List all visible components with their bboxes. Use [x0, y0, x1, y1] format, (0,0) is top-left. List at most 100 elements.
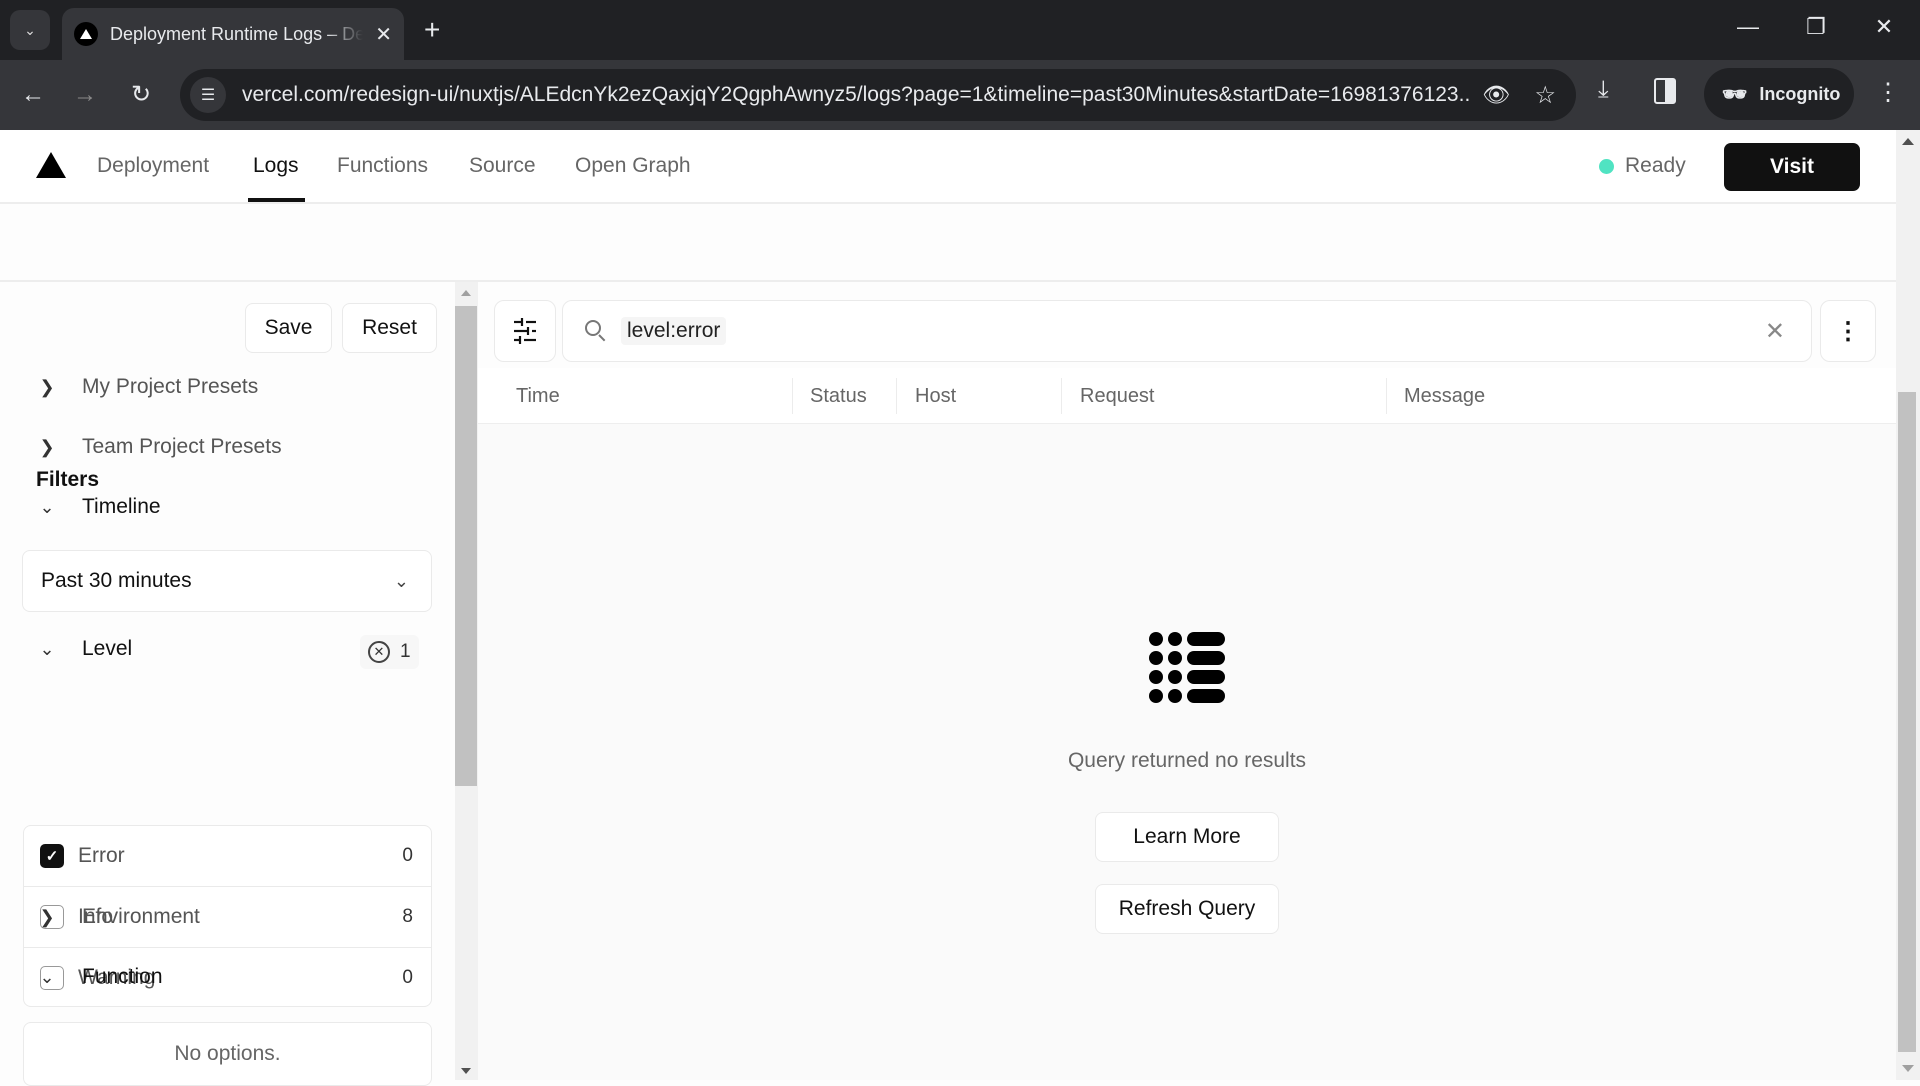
scroll-down-icon[interactable]	[1902, 1065, 1914, 1072]
logs-main: level:error ✕ ⋮ Time Status Host Request…	[478, 282, 1896, 1080]
clear-level-filter[interactable]: ✕ 1	[360, 635, 419, 669]
section-team-project-presets[interactable]: ❯ Team Project Presets	[36, 435, 282, 459]
column-request[interactable]: Request	[1080, 368, 1155, 424]
page-scrollbar[interactable]	[1896, 130, 1920, 1080]
page: Deployment Logs Functions Source Open Gr…	[0, 130, 1896, 1080]
address-bar[interactable]: ☰ vercel.com/redesign-ui/nuxtjs/ALEdcnYk…	[180, 69, 1576, 121]
browser-menu-icon[interactable]: ⋮	[1876, 78, 1900, 107]
close-tab-icon[interactable]: ✕	[375, 22, 392, 47]
scroll-down-icon[interactable]	[461, 1068, 471, 1074]
browser-toolbar: ← → ↻ ☰ vercel.com/redesign-ui/nuxtjs/AL…	[0, 60, 1920, 130]
column-divider	[896, 378, 897, 414]
vercel-favicon-icon	[74, 22, 98, 46]
bookmark-star-icon[interactable]: ☆	[1534, 81, 1556, 110]
incognito-badge[interactable]: 🕶 Incognito	[1704, 68, 1854, 120]
section-my-project-presets[interactable]: ❯ My Project Presets	[36, 375, 258, 399]
deployment-status: Ready	[1625, 154, 1686, 177]
active-tab-indicator	[248, 198, 305, 202]
sidebar-scrollbar[interactable]	[455, 282, 478, 1080]
column-divider	[1061, 378, 1062, 414]
tab-open-graph[interactable]: Open Graph	[575, 154, 691, 178]
chevron-down-icon: ⌄	[39, 966, 55, 987]
toggle-filters-button[interactable]	[494, 300, 556, 362]
reset-button[interactable]: Reset	[342, 303, 437, 353]
header-spacer	[0, 204, 1896, 282]
scroll-up-icon[interactable]	[1902, 138, 1914, 145]
tab-search-button[interactable]: ⌄	[10, 10, 50, 50]
section-level[interactable]: ⌄ Level	[36, 637, 132, 661]
scroll-up-icon[interactable]	[461, 290, 471, 296]
more-vertical-icon: ⋮	[1836, 317, 1860, 345]
tab-functions[interactable]: Functions	[337, 154, 428, 178]
column-status[interactable]: Status	[810, 368, 867, 424]
site-info-icon[interactable]: ☰	[190, 77, 226, 113]
visit-button[interactable]: Visit	[1724, 143, 1860, 191]
column-time[interactable]: Time	[516, 368, 560, 424]
function-empty-text: No options.	[174, 1042, 281, 1065]
sliders-icon	[514, 318, 536, 344]
status-dot-icon	[1599, 159, 1614, 174]
column-divider	[792, 378, 793, 414]
chevron-down-icon: ⌄	[24, 21, 36, 38]
list-icon	[1149, 632, 1225, 703]
chevron-right-icon: ❯	[39, 906, 55, 927]
download-icon[interactable]: ⤓	[1598, 76, 1609, 104]
level-count: 8	[402, 905, 413, 927]
incognito-icon: 🕶	[1722, 83, 1748, 106]
deployment-nav: Deployment Logs Functions Source Open Gr…	[0, 130, 1896, 204]
clear-search-icon[interactable]: ✕	[1765, 317, 1785, 346]
section-timeline[interactable]: ⌄ Timeline	[36, 495, 161, 519]
section-function[interactable]: ⌄ Function	[36, 965, 163, 989]
tab-deployment[interactable]: Deployment	[97, 154, 209, 178]
section-label: Timeline	[82, 495, 161, 518]
tab-logs[interactable]: Logs	[253, 154, 299, 178]
column-message[interactable]: Message	[1404, 368, 1485, 424]
clear-circle-icon: ✕	[368, 641, 390, 663]
browser-tab-strip: ⌄ Deployment Runtime Logs – Deployment ✕…	[0, 0, 1920, 60]
level-count: 0	[402, 966, 413, 988]
browser-tab-active[interactable]: Deployment Runtime Logs – Deployment ✕	[62, 8, 404, 60]
page-scroll-thumb[interactable]	[1898, 392, 1916, 1052]
empty-message: Query returned no results	[1067, 749, 1307, 772]
column-host[interactable]: Host	[915, 368, 956, 424]
vercel-logo-icon[interactable]	[36, 152, 66, 178]
level-option-error[interactable]: ✓ Error 0	[24, 826, 431, 886]
section-label: Environment	[82, 905, 200, 928]
level-label: Error	[78, 844, 125, 867]
section-label: Function	[82, 965, 163, 988]
function-options: No options.	[23, 1022, 432, 1086]
section-environment[interactable]: ❯ Environment	[36, 905, 200, 929]
learn-more-button[interactable]: Learn More	[1095, 812, 1279, 862]
filters-title: Filters	[36, 468, 100, 491]
back-icon[interactable]: ←	[14, 76, 52, 114]
log-search-input[interactable]: level:error ✕	[562, 300, 1812, 362]
close-window-icon[interactable]: ✕	[1864, 14, 1904, 40]
filters-sidebar: Filters Save Reset ❯ My Project Presets …	[0, 282, 455, 1080]
eye-off-icon[interactable]: 👁	[1482, 82, 1510, 108]
chevron-right-icon: ❯	[39, 376, 55, 397]
sidebar-scroll-thumb[interactable]	[455, 306, 477, 786]
level-count: 0	[402, 845, 413, 866]
chevron-down-icon: ⌄	[39, 638, 55, 659]
section-label: My Project Presets	[82, 375, 259, 398]
section-label: Level	[82, 637, 133, 660]
minimize-icon[interactable]: —	[1728, 14, 1768, 40]
tab-title: Deployment Runtime Logs – Deployment	[110, 23, 364, 44]
new-tab-button[interactable]: +	[424, 14, 440, 46]
chevron-down-icon: ⌄	[393, 570, 409, 591]
more-options-button[interactable]: ⋮	[1820, 300, 1876, 362]
section-label: Team Project Presets	[82, 435, 282, 458]
url-text[interactable]: vercel.com/redesign-ui/nuxtjs/ALEdcnYk2e…	[242, 83, 1472, 107]
tab-source[interactable]: Source	[469, 154, 536, 178]
incognito-label: Incognito	[1759, 83, 1841, 104]
forward-icon[interactable]: →	[66, 76, 104, 114]
restore-icon[interactable]: ❐	[1796, 14, 1836, 40]
save-button[interactable]: Save	[245, 303, 332, 353]
search-token[interactable]: level:error	[621, 317, 727, 345]
chevron-right-icon: ❯	[39, 436, 55, 457]
side-panel-icon[interactable]	[1654, 78, 1676, 104]
reload-icon[interactable]: ↻	[122, 76, 160, 114]
timeline-select[interactable]: Past 30 minutes ⌄	[22, 550, 432, 612]
refresh-query-button[interactable]: Refresh Query	[1095, 884, 1279, 934]
checkbox-checked[interactable]: ✓	[40, 844, 64, 868]
